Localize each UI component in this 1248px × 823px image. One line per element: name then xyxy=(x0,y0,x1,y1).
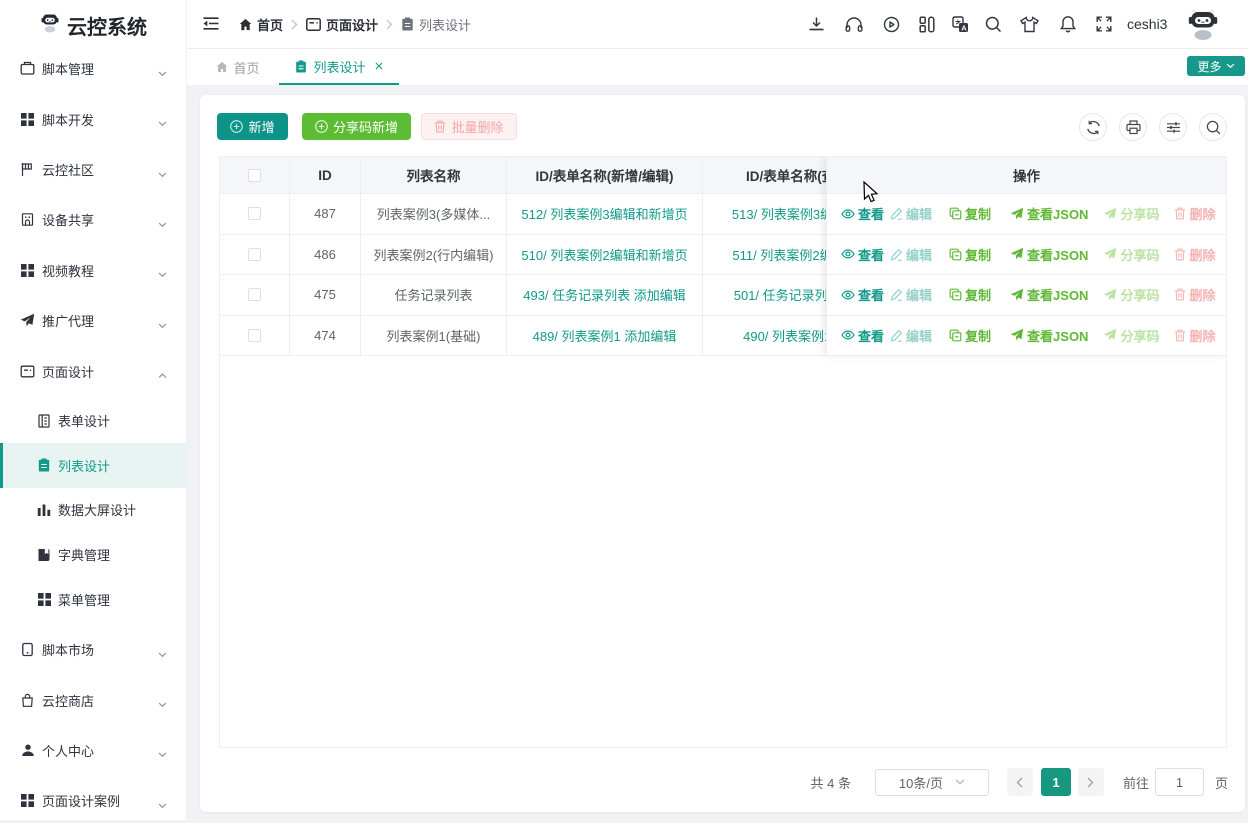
svg-text:A: A xyxy=(961,23,967,32)
